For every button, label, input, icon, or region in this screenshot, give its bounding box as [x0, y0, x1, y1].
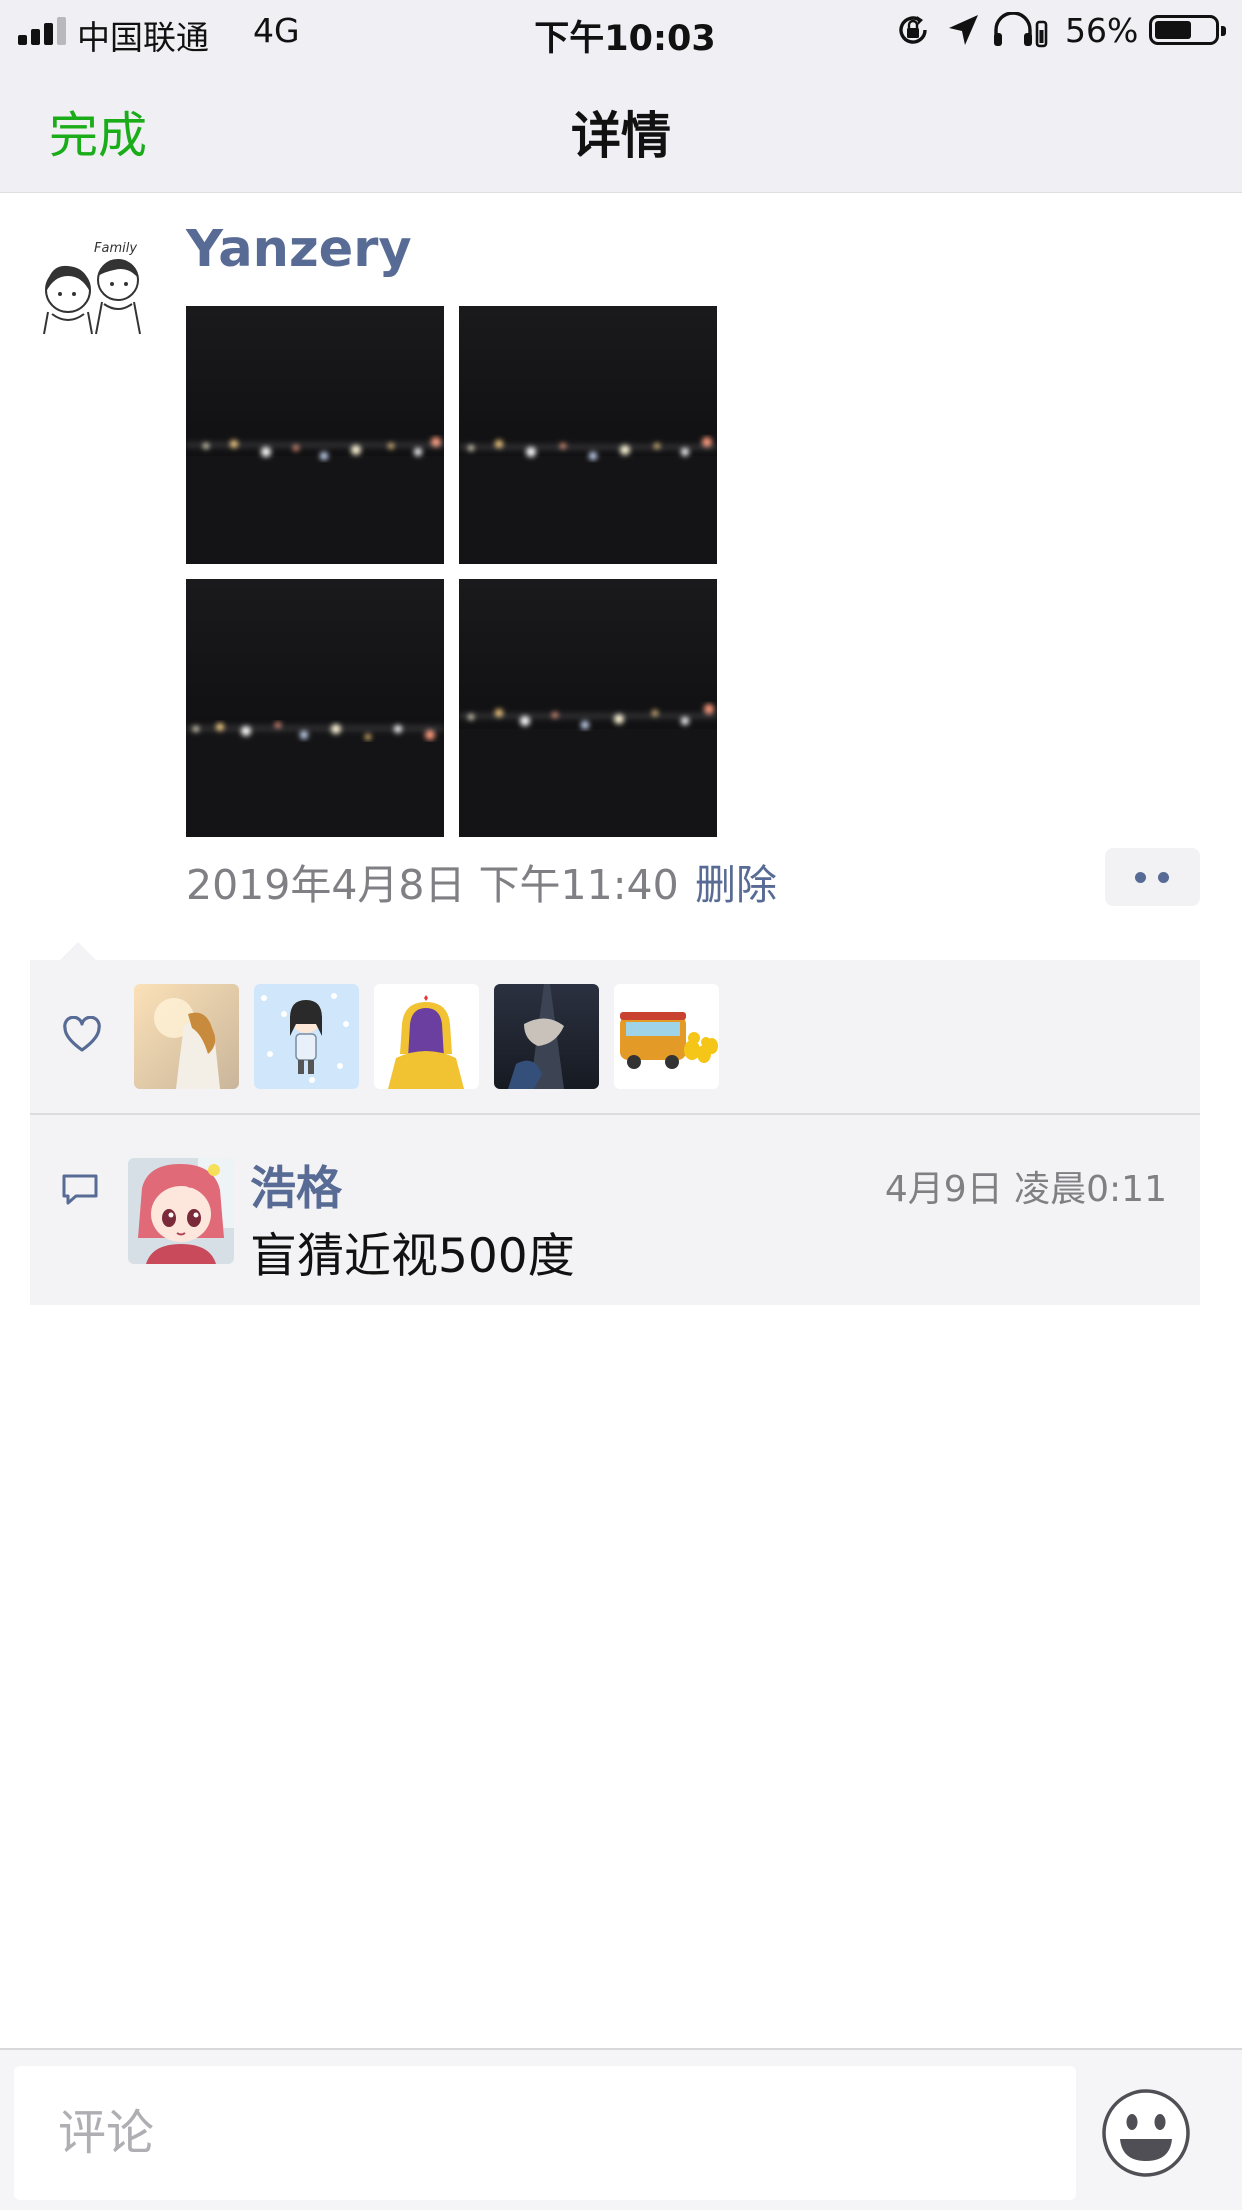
- heart-icon: [63, 1016, 101, 1052]
- location-arrow-icon: [949, 15, 978, 45]
- like-avatar[interactable]: [614, 984, 719, 1089]
- carrier-name: 中国联通: [77, 18, 209, 57]
- more-dots-icon[interactable]: [1105, 848, 1200, 906]
- comment-bar: [0, 2048, 1242, 2210]
- delete-button[interactable]: 删除: [695, 851, 777, 911]
- post-timestamp: 2019年4月8日 下午11:40: [186, 861, 679, 909]
- smiley-face-icon[interactable]: [1101, 2088, 1191, 2178]
- commenter-avatar[interactable]: [128, 1158, 234, 1264]
- comment-text[interactable]: 盲猜近视500度: [250, 1217, 575, 1286]
- post-photo[interactable]: [186, 579, 444, 837]
- status-bar: 中国联通 4G 下午10:03 56%: [0, 0, 1242, 62]
- comment-input[interactable]: [14, 2066, 1076, 2200]
- battery-icon: [1149, 15, 1226, 45]
- orientation-lock-icon: [899, 16, 927, 44]
- post-photo[interactable]: [459, 306, 717, 564]
- interaction-box-notch: [60, 942, 96, 960]
- post-photo[interactable]: [186, 306, 444, 564]
- like-avatar[interactable]: [134, 984, 239, 1089]
- like-avatar[interactable]: [254, 984, 359, 1089]
- svg-text:Family: Family: [94, 241, 137, 256]
- page-title: 详情: [571, 107, 671, 165]
- signal-icon: [18, 17, 68, 45]
- headphones-icon: [994, 12, 1048, 48]
- like-avatar[interactable]: [374, 984, 479, 1089]
- author-avatar[interactable]: Family: [34, 230, 154, 350]
- status-time: 下午10:03: [534, 19, 716, 59]
- nav-bar: 完成 详情: [0, 62, 1242, 193]
- post-photo[interactable]: [459, 579, 717, 837]
- comment-timestamp: 4月9日 凌晨0:11: [884, 1169, 1167, 1210]
- battery-percent: 56%: [1065, 11, 1139, 50]
- commenter-name[interactable]: 浩格: [250, 1152, 342, 1218]
- comment-bubble-icon: [62, 1174, 98, 1205]
- author-name[interactable]: Yanzery: [186, 220, 412, 279]
- network-type: 4G: [253, 11, 300, 50]
- like-avatar[interactable]: [494, 984, 599, 1089]
